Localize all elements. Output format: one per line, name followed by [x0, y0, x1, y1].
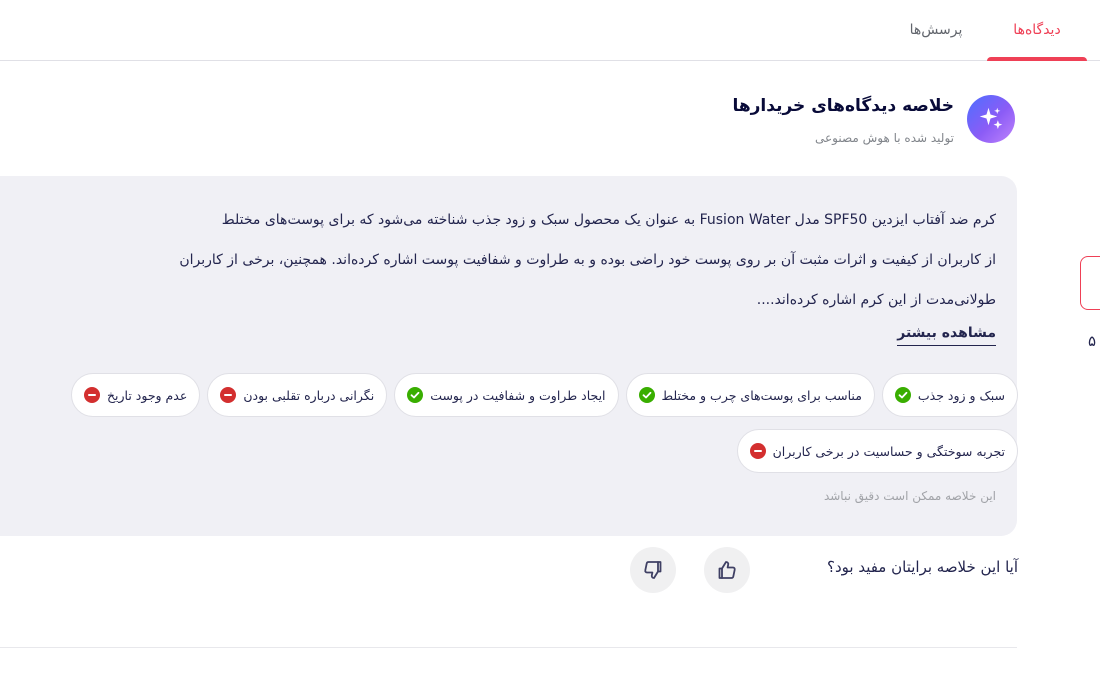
check-circle-icon: [894, 387, 911, 403]
aspect-chip-label: ایجاد طراوت و شفافیت در پوست: [430, 387, 606, 403]
summary-title: خلاصه دیدگاه‌های خریدارها: [732, 96, 954, 116]
aspect-chip-negative: تجربه سوختگی و حساسیت در برخی کاربران: [736, 429, 1018, 473]
side-rating-number: ۵: [1088, 332, 1097, 350]
sparkles-icon: [967, 95, 1015, 143]
check-circle-icon: [638, 387, 655, 403]
side-panel-button[interactable]: [1080, 256, 1100, 310]
minus-circle-icon: [749, 443, 766, 459]
aspect-chip-label: عدم وجود تاریخ: [106, 387, 188, 403]
summary-line: از کاربران از کیفیت و اثرات مثبت آن بر ر…: [179, 252, 996, 268]
aspect-chip-label: مناسب برای پوست‌های چرب و مختلط: [661, 387, 862, 403]
tab-questions-label: پرسش‌ها: [909, 22, 963, 38]
aspect-chip-label: تجربه سوختگی و حساسیت در برخی کاربران: [772, 443, 1005, 459]
section-divider: [0, 647, 1017, 648]
summary-line: طولانی‌مدت از این کرم اشاره کرده‌اند....: [756, 292, 996, 308]
thumbs-up-icon: [718, 561, 736, 579]
tab-questions[interactable]: پرسش‌ها: [895, 0, 977, 60]
active-tab-indicator: [987, 57, 1087, 61]
aspect-chip-label: سبک و زود جذب: [917, 387, 1005, 403]
minus-circle-icon: [83, 387, 100, 403]
aspect-chip-positive: سبک و زود جذب: [881, 373, 1018, 417]
aspect-chip-positive: مناسب برای پوست‌های چرب و مختلط: [625, 373, 875, 417]
tab-bar: دیدگاه‌ها پرسش‌ها: [0, 0, 1100, 61]
thumbs-up-button[interactable]: [704, 547, 750, 593]
tab-reviews[interactable]: دیدگاه‌ها: [987, 0, 1087, 61]
summary-line: کرم ضد آفتاب ایزدین SPF50 مدل Fusion Wat…: [221, 212, 996, 228]
feedback-question: آیا این خلاصه برایتان مفید بود؟: [826, 558, 1018, 576]
aspect-chip-negative: نگرانی درباره تقلبی بودن: [207, 373, 388, 417]
aspect-chip-positive: ایجاد طراوت و شفافیت در پوست: [394, 373, 619, 417]
see-more-link[interactable]: مشاهده بیشتر: [897, 325, 996, 346]
accuracy-disclaimer: این خلاصه ممکن است دقیق نباشد: [823, 489, 996, 503]
thumbs-down-icon: [644, 561, 662, 579]
thumbs-down-button[interactable]: [630, 547, 676, 593]
ai-generated-subtitle: تولید شده با هوش مصنوعی: [814, 131, 954, 145]
aspect-chip-negative: عدم وجود تاریخ: [70, 373, 201, 417]
aspect-chips-row-1: سبک و زود جذب مناسب برای پوست‌های چرب و …: [0, 373, 1018, 417]
aspect-chip-label: نگرانی درباره تقلبی بودن: [243, 387, 375, 403]
check-circle-icon: [407, 387, 424, 403]
minus-circle-icon: [220, 387, 237, 403]
tab-reviews-label: دیدگاه‌ها: [1013, 22, 1061, 38]
summary-text: کرم ضد آفتاب ایزدین SPF50 مدل Fusion Wat…: [0, 200, 996, 320]
aspect-chips-row-2: تجربه سوختگی و حساسیت در برخی کاربران: [0, 429, 1018, 473]
